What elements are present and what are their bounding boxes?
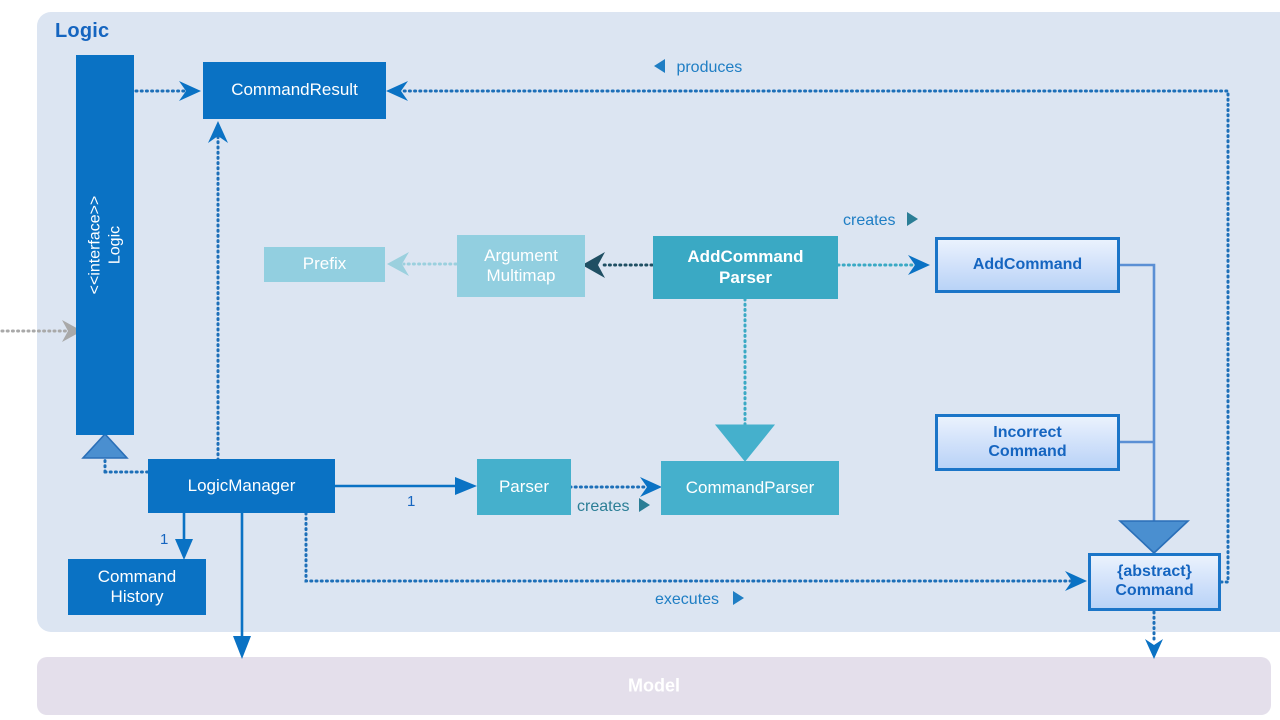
creates-commandparser-direction-icon [638,498,650,512]
logic-interface-name: Logic [106,225,123,265]
node-logic-interface[interactable]: <<interface>> Logic [76,55,134,435]
prefix-label: Prefix [302,254,347,274]
node-command-parser[interactable]: CommandParser [661,461,839,515]
node-abstract-command[interactable]: {abstract} Command [1088,553,1221,611]
command-result-label: CommandResult [231,80,358,100]
node-add-command-parser[interactable]: AddCommand Parser [653,236,838,299]
edge-label-executes-wrap: executes [655,590,746,609]
node-prefix[interactable]: Prefix [264,247,385,282]
edge-label-creates-addcommand-wrap: creates [843,211,920,230]
node-command-history[interactable]: Command History [68,559,206,615]
incorrect-command-label-line1: Incorrect [993,423,1062,441]
add-command-parser-label-line1: AddCommand [687,247,804,267]
multiplicity-logicmanager-commandhistory: 1 [160,531,169,548]
node-command-result[interactable]: CommandResult [203,62,386,119]
command-history-label-line1: Command [97,566,177,586]
multiplicity-logicmanager-parser: 1 [407,493,416,510]
edge-label-creates-commandparser-wrap: creates [577,497,652,516]
add-command-label: AddCommand [972,255,1083,273]
edge-label-creates-addcommand: creates [843,212,896,229]
diagram-canvas: Logic Model <<interface>> Logic CommandR… [0,0,1280,720]
node-logic-manager[interactable]: LogicManager [148,459,335,513]
node-add-command[interactable]: AddCommand [935,237,1120,293]
edge-label-produces-wrap: produces [653,58,742,77]
logic-panel-title: Logic [55,20,110,42]
command-history-label-line2: History [110,587,164,606]
edge-label-creates-commandparser: creates [577,498,630,515]
model-panel-label: Model [628,675,680,696]
produces-direction-icon [654,59,665,73]
edge-label-produces: produces [676,59,743,76]
logicmanager-to-model-arrowhead [233,636,251,659]
command-to-model-arrowhead [1145,639,1163,659]
abstract-command-label-line1: {abstract} [1117,563,1192,581]
logic-interface-stereotype: <<interface>> [86,195,103,295]
node-parser[interactable]: Parser [477,459,571,515]
add-command-parser-label-line2: Parser [719,267,772,287]
logic-interface-text: <<interface>> Logic [85,196,125,295]
edge-label-executes: executes [655,591,720,608]
abstract-command-label-line2: Command [1115,582,1194,599]
creates-addcommand-direction-icon [906,212,918,226]
node-argument-multimap[interactable]: Argument Multimap [457,235,585,297]
argument-multimap-label-line2: Multimap [486,266,556,285]
argument-multimap-label-line1: Argument [484,245,558,265]
model-panel: Model [37,657,1271,715]
command-parser-label: CommandParser [685,477,815,497]
logic-manager-label: LogicManager [187,475,296,495]
incorrect-command-label-line2: Command [988,442,1067,460]
node-incorrect-command[interactable]: Incorrect Command [935,414,1120,471]
parser-label: Parser [498,476,550,496]
executes-direction-icon [732,591,744,605]
